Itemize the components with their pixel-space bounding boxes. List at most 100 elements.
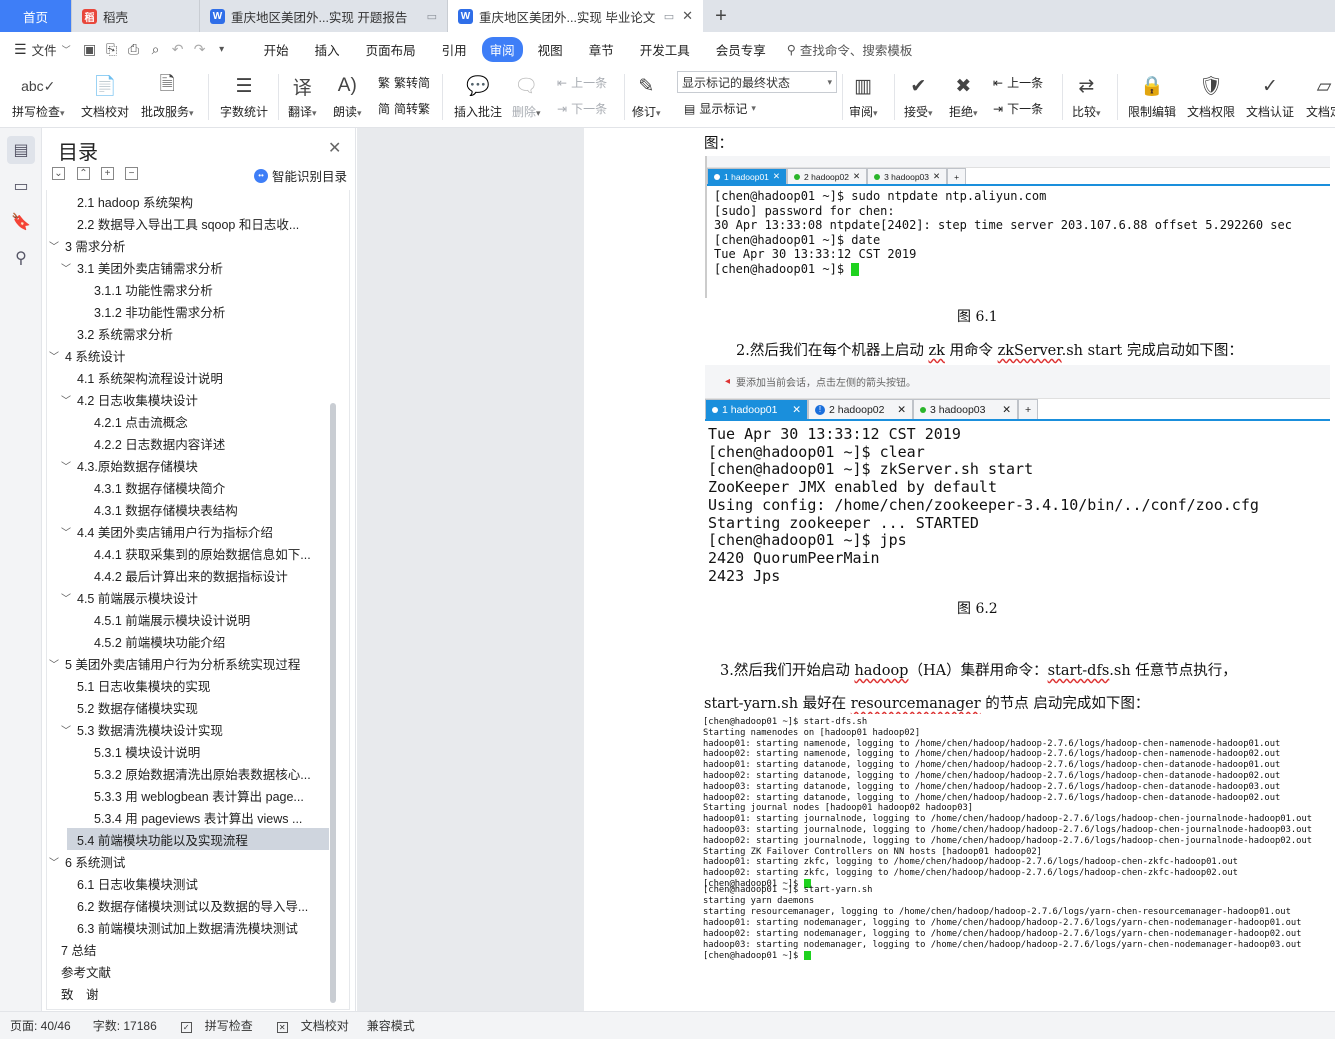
command-search[interactable]: ⚲ 查找命令、搜索模板: [787, 40, 913, 59]
save-icon[interactable]: ▣: [79, 41, 101, 58]
page-indicator[interactable]: 页面: 40/46: [10, 1017, 71, 1034]
toc-item[interactable]: 5.2 数据存储模块实现: [47, 696, 339, 718]
trad-to-simp-button[interactable]: 繁繁转简: [378, 74, 430, 91]
chevron-down-icon[interactable]: ﹀: [47, 854, 61, 869]
toc-item[interactable]: 4.1 系统架构流程设计说明: [47, 366, 339, 388]
toc-item[interactable]: 5.1 日志收集模块的实现: [47, 674, 339, 696]
expand-up-icon[interactable]: ⌃: [77, 167, 90, 180]
toc-item[interactable]: 参考文献: [47, 960, 339, 982]
prev-change-button[interactable]: ⇤ 上一条: [993, 74, 1043, 91]
redo-icon[interactable]: ↷: [189, 41, 211, 58]
toc-item[interactable]: 4.3.1 数据存储模块简介: [47, 476, 339, 498]
add-heading-icon[interactable]: +: [101, 167, 114, 180]
insert-comment-button[interactable]: 💬 插入批注: [454, 72, 502, 120]
chevron-down-icon[interactable]: ﹀: [47, 656, 61, 671]
toc-item[interactable]: ﹀ 5 美团外卖店铺用户行为分析系统实现过程: [47, 652, 339, 674]
undo-icon[interactable]: ↶: [167, 41, 189, 58]
toc-item[interactable]: ﹀ 4.4 美团外卖店铺用户行为指标介绍: [47, 520, 339, 542]
toc-item[interactable]: 4.2.1 点击流概念: [47, 410, 339, 432]
doc-certify-button[interactable]: ✓ 文档认证: [1246, 72, 1294, 120]
toc-item[interactable]: 5.3.3 用 weblogbean 表计算出 page...: [47, 784, 339, 806]
toc-item[interactable]: 致 谢: [47, 982, 339, 1004]
chevron-down-icon[interactable]: ﹀: [59, 590, 73, 605]
bookmark-icon[interactable]: 🔖: [7, 208, 35, 236]
toc-item[interactable]: 3.2 系统需求分析: [47, 322, 339, 344]
translate-button[interactable]: 译翻译▾: [288, 72, 317, 120]
restrict-editing-button[interactable]: 🔒 限制编辑: [1128, 72, 1176, 120]
document-page[interactable]: 图： 1 hadoop01 ✕ 2 hadoop02 ✕ 3 hadoop03 ✕ +…: [584, 128, 1335, 1011]
review-pane-button[interactable]: ▥ 审阅▾: [849, 72, 878, 120]
toc-item[interactable]: 5.4 前端模块功能以及实现流程: [67, 828, 329, 850]
toc-item[interactable]: 6.2 数据存储模块测试以及数据的导入导...: [47, 894, 339, 916]
toc-item[interactable]: ﹀ 3 需求分析: [47, 234, 339, 256]
doc-permission-button[interactable]: 🛡 文档权限: [1187, 72, 1235, 120]
simp-to-trad-button[interactable]: 简简转繁: [378, 100, 430, 117]
search-icon[interactable]: ⚲: [7, 244, 35, 272]
smart-toc-button[interactable]: •• 智能识别目录: [254, 166, 347, 185]
menu-item-review[interactable]: 审阅: [481, 36, 523, 62]
prev-comment-button[interactable]: ⇤ 上一条: [557, 74, 607, 91]
menu-item-chapter[interactable]: 章节: [578, 37, 625, 62]
toc-item[interactable]: 4.5.2 前端模块功能介绍: [47, 630, 339, 652]
menu-item-layout[interactable]: 页面布局: [355, 37, 427, 62]
close-tab-icon[interactable]: ✕: [682, 8, 693, 24]
wordcount-button[interactable]: ☰ 字数统计: [220, 72, 268, 120]
delete-comment-button[interactable]: 🗨 删除▾: [512, 72, 541, 120]
toc-item[interactable]: 4.4.1 获取采集到的原始数据信息如下...: [47, 542, 339, 564]
document-canvas[interactable]: 图： 1 hadoop01 ✕ 2 hadoop02 ✕ 3 hadoop03 ✕ +…: [357, 128, 1335, 1011]
customize-quick-access-icon[interactable]: ▾: [211, 44, 233, 55]
doc-finalize-button[interactable]: ▱ 文档定: [1306, 72, 1335, 120]
close-icon[interactable]: ✕: [328, 138, 341, 158]
next-change-button[interactable]: ⇥ 下一条: [993, 100, 1043, 117]
chevron-down-icon[interactable]: ﹀: [47, 348, 61, 363]
tab-thesis-doc[interactable]: W 重庆地区美团外...实现 毕业论文 ▭ ✕: [448, 0, 703, 32]
tab-docer[interactable]: 稻 稻壳: [72, 0, 200, 32]
chevron-down-icon[interactable]: ﹀: [59, 392, 73, 407]
proofread-toggle[interactable]: ✕ 文档校对: [267, 1017, 349, 1034]
track-changes-button[interactable]: ✎ 修订▾: [632, 72, 661, 120]
toc-item[interactable]: 4.4.2 最后计算出来的数据指标设计: [47, 564, 339, 586]
toc-item[interactable]: ﹀ 4.3.原始数据存储模块: [47, 454, 339, 476]
collapse-all-icon[interactable]: ⌄: [52, 167, 65, 180]
show-marks-button[interactable]: ▤ 显示标记 ▾: [684, 100, 756, 117]
toc-scrollbar[interactable]: [330, 403, 336, 1003]
tab-home[interactable]: 首页: [0, 0, 72, 32]
toc-item[interactable]: 4.2.2 日志数据内容详述: [47, 432, 339, 454]
toc-item[interactable]: ﹀ 3.1 美团外卖店铺需求分析: [47, 256, 339, 278]
toc-item[interactable]: 5.3.2 原始数据清洗出原始表数据核心...: [47, 762, 339, 784]
toc-item[interactable]: 5.3.4 用 pageviews 表计算出 views ...: [47, 806, 339, 828]
file-menu[interactable]: ☰ 文件 ﹀: [0, 40, 79, 59]
toc-item[interactable]: 7 总结: [47, 938, 339, 960]
word-count[interactable]: 字数: 17186: [93, 1017, 157, 1034]
toc-item[interactable]: 2.1 hadoop 系统架构: [47, 190, 339, 212]
export-icon[interactable]: ⎘: [101, 41, 123, 58]
chevron-down-icon[interactable]: ﹀: [47, 238, 61, 253]
toc-item[interactable]: 6.1 日志收集模块测试: [47, 872, 339, 894]
toc-item[interactable]: ﹀ 4.5 前端展示模块设计: [47, 586, 339, 608]
menu-item-references[interactable]: 引用: [431, 37, 478, 62]
menu-item-member[interactable]: 会员专享: [705, 37, 777, 62]
toc-item[interactable]: 3.1.2 非功能性需求分析: [47, 300, 339, 322]
menu-item-developer[interactable]: 开发工具: [629, 37, 701, 62]
toc-icon[interactable]: ▤: [7, 136, 35, 164]
print-icon[interactable]: ⎙: [123, 41, 145, 58]
menu-item-insert[interactable]: 插入: [304, 37, 351, 62]
new-tab-plus-icon[interactable]: +: [703, 0, 739, 32]
chevron-down-icon[interactable]: ﹀: [59, 458, 73, 473]
toc-item[interactable]: 4.3.1 数据存储模块表结构: [47, 498, 339, 520]
toc-item[interactable]: ﹀ 6 系统测试: [47, 850, 339, 872]
proofread-button[interactable]: 📄 文档校对: [81, 72, 129, 120]
toc-item[interactable]: 4.5.1 前端展示模块设计说明: [47, 608, 339, 630]
chevron-down-icon[interactable]: ﹀: [59, 524, 73, 539]
next-comment-button[interactable]: ⇥ 下一条: [557, 100, 607, 117]
toc-item[interactable]: 3.1.1 功能性需求分析: [47, 278, 339, 300]
spellcheck-toggle[interactable]: ✓ 拼写检查: [171, 1017, 253, 1034]
chapter-nav-icon[interactable]: ▭: [7, 172, 35, 200]
toc-item[interactable]: ﹀ 4.2 日志收集模块设计: [47, 388, 339, 410]
remove-heading-icon[interactable]: −: [125, 167, 138, 180]
chevron-down-icon[interactable]: ﹀: [59, 722, 73, 737]
accept-button[interactable]: ✔ 接受▾: [904, 72, 933, 120]
toc-item[interactable]: ﹀ 5.3 数据清洗模块设计实现: [47, 718, 339, 740]
batch-service-button[interactable]: 🗎 批改服务▾: [141, 72, 194, 120]
toc-item[interactable]: ﹀ 4 系统设计: [47, 344, 339, 366]
